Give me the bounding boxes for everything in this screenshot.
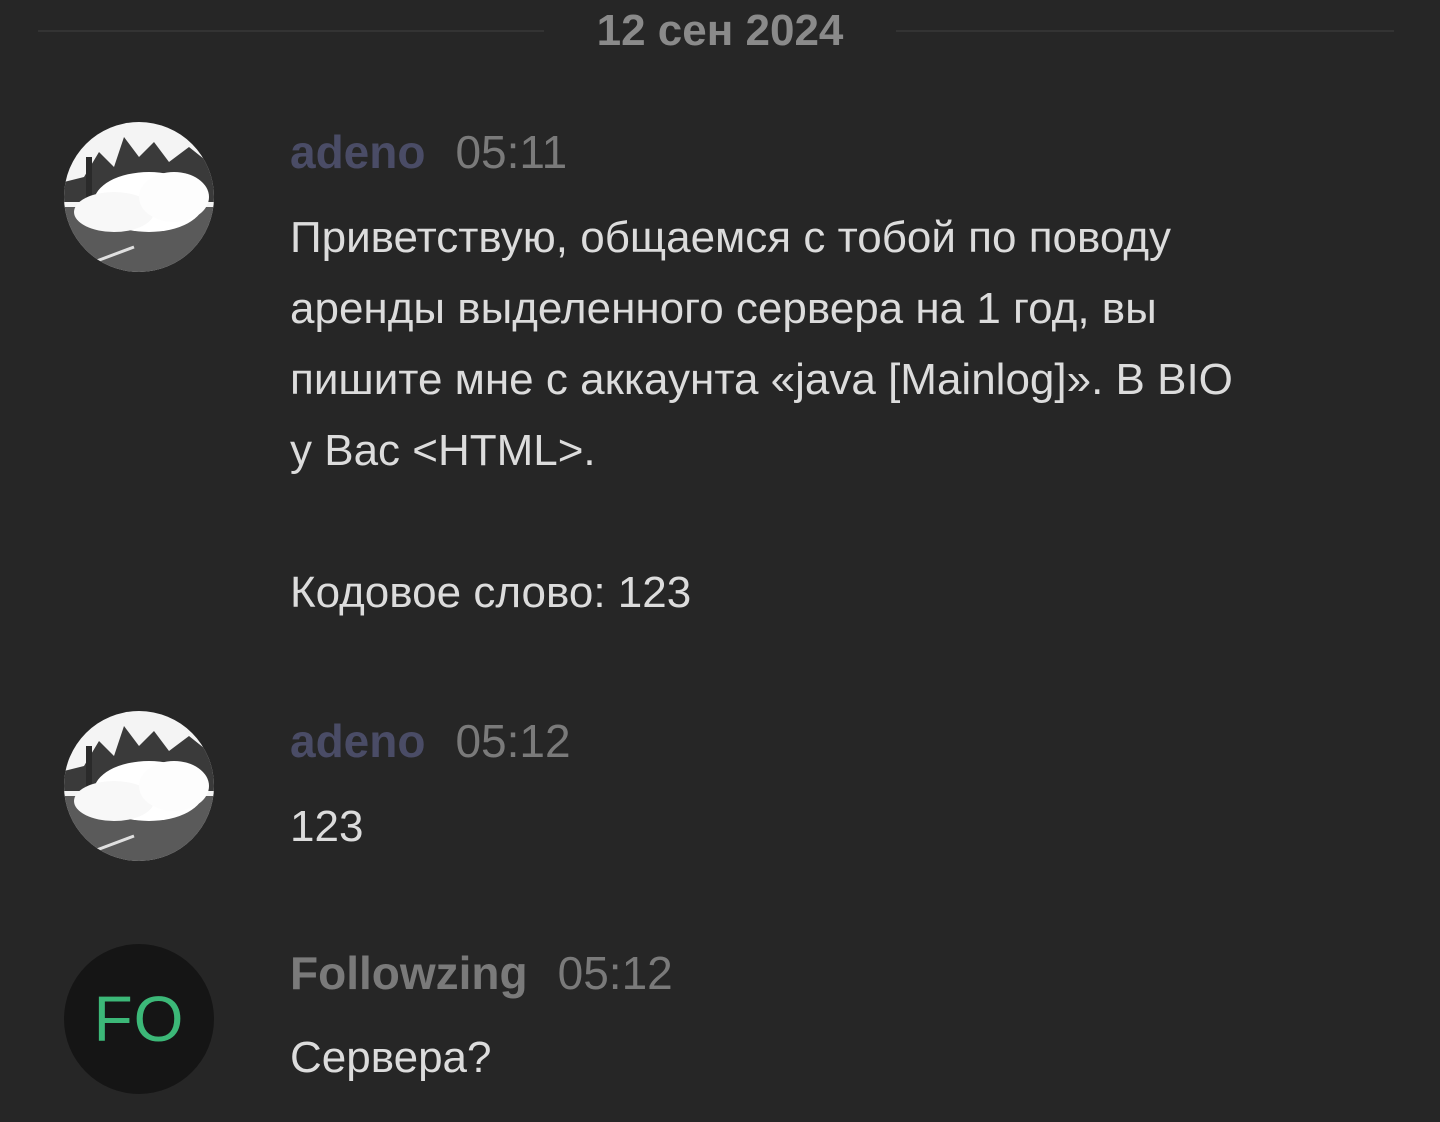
date-divider: 12 сен 2024 <box>0 0 1440 64</box>
message-line: пишите мне с аккаунта «java [Mainlog]». … <box>290 355 1233 404</box>
timestamp: 05:11 <box>455 126 568 178</box>
message-line: аренды выделенного сервера на 1 год, вы <box>290 284 1157 333</box>
username[interactable]: Followzing <box>290 946 528 1000</box>
message-text: Приветствую, общаемся с тобой по поводу … <box>290 202 1390 628</box>
timestamp: 05:12 <box>557 947 673 999</box>
username[interactable]: adeno <box>290 125 425 179</box>
avatar-image <box>64 711 214 861</box>
message-line: Приветствую, общаемся с тобой по поводу <box>290 213 1172 262</box>
avatar[interactable]: FO <box>64 944 214 1094</box>
divider-line-right <box>896 30 1394 32</box>
message-text: 123 <box>290 802 364 851</box>
message-line: Кодовое слово: 123 <box>290 568 692 617</box>
timestamp: 05:12 <box>455 715 571 767</box>
message-line: у Вас <HTML>. <box>290 426 596 475</box>
message-text: Сервера? <box>290 1033 492 1082</box>
username[interactable]: adeno <box>290 714 425 768</box>
avatar[interactable] <box>64 711 214 861</box>
avatar-image <box>64 122 214 272</box>
avatar-initials: FO <box>93 983 185 1055</box>
avatar[interactable] <box>64 122 214 272</box>
